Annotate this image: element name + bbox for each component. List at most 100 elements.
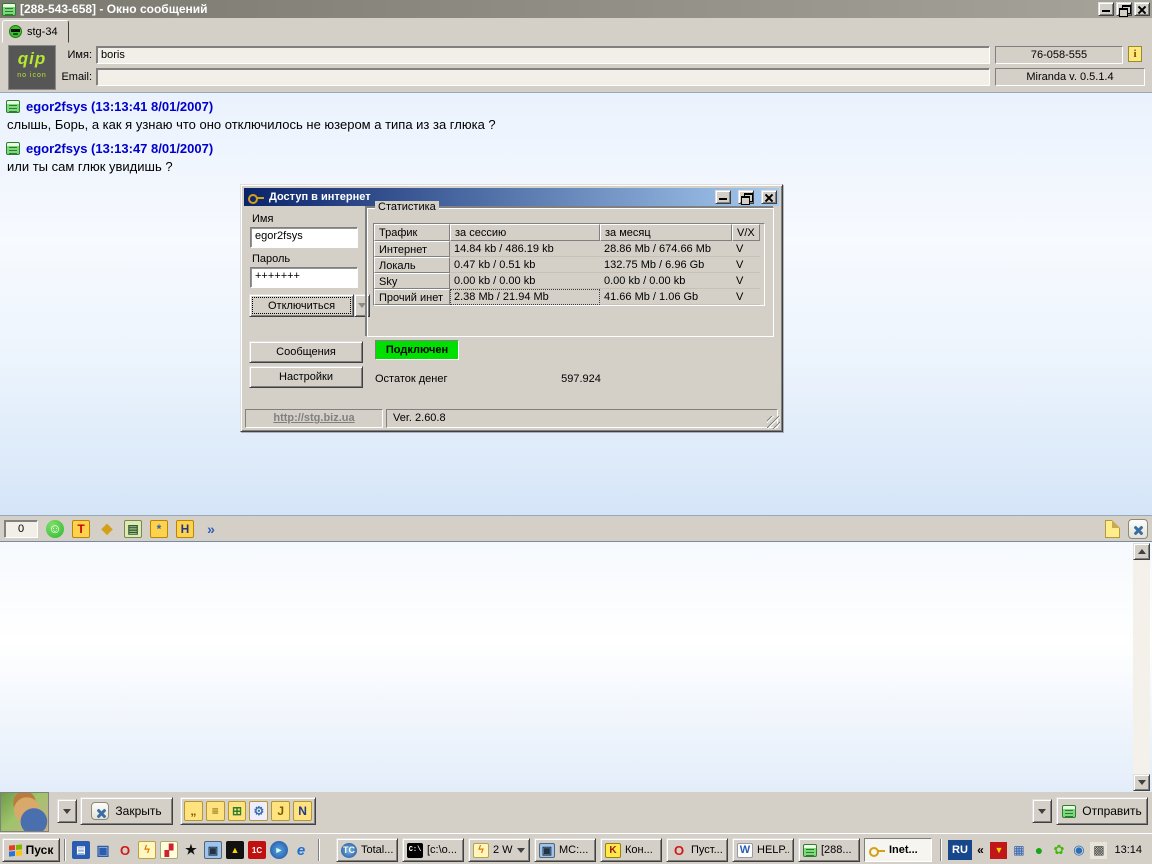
task-inet-active[interactable]: Inet...	[864, 838, 932, 862]
notes-icon[interactable]: N	[293, 801, 312, 821]
quote-icon[interactable]: »	[202, 520, 220, 538]
journal-icon[interactable]: J	[271, 801, 290, 821]
save-icon[interactable]: ▤	[124, 520, 142, 538]
bgcolor-icon[interactable]: ◆	[98, 520, 116, 538]
ie-icon[interactable]: e	[292, 841, 310, 859]
send-button[interactable]: Отправить	[1056, 797, 1148, 825]
avatar[interactable]	[0, 792, 49, 832]
contact-avatar-placeholder: qip no icon	[8, 45, 56, 90]
task-opera[interactable]: O Пуст...	[666, 838, 728, 862]
disconnect-button[interactable]: Отключиться	[249, 294, 354, 317]
quote-block-icon[interactable]: „	[184, 801, 203, 821]
task-message-window[interactable]: [288...	[798, 838, 860, 862]
task-kon[interactable]: K Кон...	[600, 838, 662, 862]
send-dropdown-button[interactable]	[1032, 799, 1052, 823]
computer-icon: ▣	[539, 843, 555, 858]
1c-icon[interactable]: 1С	[248, 841, 266, 859]
task-label: Inet...	[889, 844, 918, 856]
restore-button[interactable]	[1116, 2, 1132, 16]
col-header-traffic[interactable]: Трафик	[374, 224, 450, 241]
row-header[interactable]: Sky	[374, 273, 450, 289]
site-link[interactable]: http://stg.biz.ua	[245, 409, 383, 428]
system-tray: « ▼ ▦ ● ✿ ◉ ▩ 13:14	[969, 838, 1150, 862]
font-icon[interactable]: T	[72, 520, 90, 538]
window-title: [288-543-658] - Окно сообщений	[20, 2, 1096, 16]
table-cell: 0.00 kb / 0.00 kb	[450, 273, 600, 289]
player-icon[interactable]: ►	[270, 841, 288, 859]
version-statusbar: Ver. 2.60.8	[386, 409, 778, 428]
totalcmd-icon: TC	[341, 843, 357, 858]
message-header: egor2fsys (13:13:47 8/01/2007)	[26, 141, 213, 156]
new-page-icon[interactable]	[1105, 520, 1120, 538]
smiley-icon[interactable]: ☺	[46, 520, 64, 538]
info-icon[interactable]: i	[1128, 46, 1142, 62]
opera-icon[interactable]: O	[116, 841, 134, 859]
scheduler-icon[interactable]: ●	[1030, 842, 1047, 859]
save-doc-icon[interactable]: ▤	[72, 841, 90, 859]
table-cell-focused[interactable]: 2.38 Mb / 21.94 Mb	[450, 289, 600, 305]
dialog-maximize-button[interactable]	[738, 190, 754, 204]
thebat-icon[interactable]: ϟ	[138, 841, 156, 859]
row-header[interactable]: Прочий инет	[374, 289, 450, 305]
word-icon: W	[737, 843, 753, 858]
message-input-area[interactable]	[0, 541, 1152, 792]
action-bar: Закрыть „ ≡ ⊞ ⚙ J N Отправить	[0, 792, 1152, 833]
network-icon[interactable]: ▦	[1010, 842, 1027, 859]
tools-icon[interactable]: ⚙	[249, 801, 268, 821]
task-word-help[interactable]: W HELP...	[732, 838, 794, 862]
task-console[interactable]: C:\ [c:\o...	[402, 838, 464, 862]
dialog-minimize-button[interactable]	[715, 190, 731, 204]
history-icon[interactable]: H	[176, 520, 194, 538]
batman-icon[interactable]: ▲	[226, 841, 244, 859]
settings-button[interactable]: Настройки	[249, 366, 363, 388]
task-total-commander[interactable]: TC Total...	[336, 838, 398, 862]
task-mc[interactable]: ▣ MC:...	[534, 838, 596, 862]
scroll-up-button[interactable]	[1133, 543, 1150, 560]
start-button[interactable]: Пуск	[2, 838, 60, 862]
balance-label: Остаток денег	[375, 373, 448, 385]
col-header-vx[interactable]: V/X	[732, 224, 760, 241]
telescope-icon[interactable]: ★	[182, 841, 200, 859]
login-field[interactable]: egor2fsys	[250, 227, 358, 248]
globe-icon[interactable]: ◉	[1070, 842, 1087, 859]
internet-access-dialog: Доступ в интернет Имя egor2fsys Пароль +…	[240, 184, 783, 432]
row-header[interactable]: Интернет	[374, 241, 450, 257]
task-label: Кон...	[625, 844, 653, 856]
avatar-dropdown-button[interactable]	[57, 799, 77, 823]
tab-stg-34[interactable]: stg-34	[2, 20, 69, 43]
graphics-icon[interactable]: ▞	[160, 841, 178, 859]
contact-name-field[interactable]: boris	[96, 46, 990, 64]
close-tab-icon[interactable]	[1128, 519, 1148, 539]
icq-flower-icon[interactable]: ✿	[1050, 842, 1067, 859]
col-header-month[interactable]: за месяц	[600, 224, 732, 241]
messages-button[interactable]: Сообщения	[249, 341, 363, 363]
close-button[interactable]	[1134, 2, 1150, 16]
mail-tray-icon[interactable]: ▩	[1090, 842, 1107, 859]
row-header[interactable]: Локаль	[374, 257, 450, 273]
client-version-field: Miranda v. 0.5.1.4	[995, 68, 1145, 86]
minimize-button[interactable]	[1098, 2, 1114, 16]
taskbar-separator	[940, 839, 942, 861]
close-chat-button[interactable]: Закрыть	[80, 797, 173, 825]
downloader-icon[interactable]: ▼	[990, 842, 1007, 859]
language-indicator[interactable]: RU	[948, 840, 972, 860]
scrollbar[interactable]	[1133, 543, 1150, 791]
window-select-icon[interactable]: ⊞	[228, 801, 247, 821]
computer-icon[interactable]: ▣	[204, 841, 222, 859]
dialog-close-button[interactable]	[761, 190, 777, 204]
taskbar-separator	[318, 839, 320, 861]
warn-icon: K	[605, 843, 621, 858]
chat-message: egor2fsys (13:13:47 8/01/2007) или ты са…	[6, 141, 1146, 174]
snowflake-icon[interactable]: *	[150, 520, 168, 538]
tray-chevron[interactable]: «	[973, 843, 987, 857]
task-thebat-group[interactable]: ϟ 2 W...	[468, 838, 530, 862]
site-link-text[interactable]: http://stg.biz.ua	[273, 412, 354, 424]
text-lines-icon[interactable]: ≡	[206, 801, 225, 821]
col-header-session[interactable]: за сессию	[450, 224, 600, 241]
password-field[interactable]: +++++++	[250, 267, 358, 288]
scroll-down-button[interactable]	[1133, 774, 1150, 791]
contact-email-field[interactable]	[96, 68, 990, 86]
taskbar-separator	[64, 839, 66, 861]
window-icon[interactable]: ▣	[94, 841, 112, 859]
resize-grip[interactable]	[767, 416, 780, 429]
